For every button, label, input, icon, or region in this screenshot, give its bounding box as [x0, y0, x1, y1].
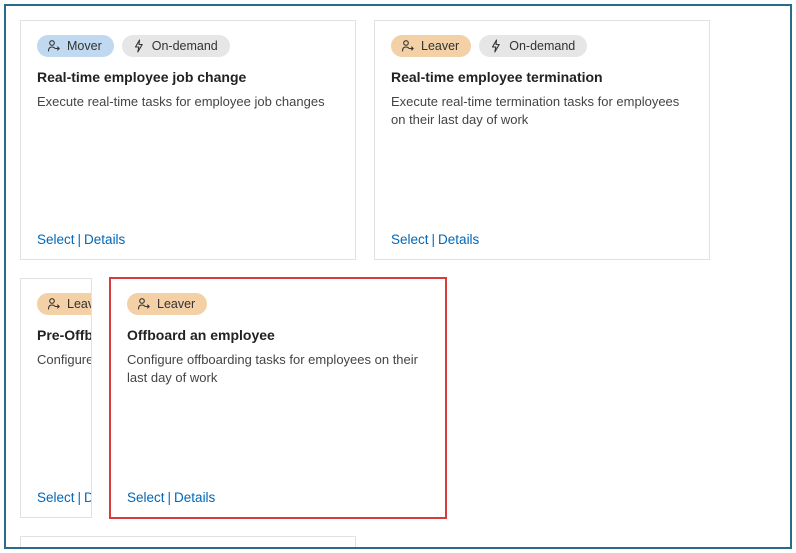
- card-grid: Mover On-demand Real-time employee job cha…: [20, 20, 790, 549]
- card-actions: Select|Details: [37, 490, 75, 505]
- person-arrow-icon: [401, 39, 415, 53]
- card-description: Execute real-time tasks for employee job…: [37, 93, 339, 111]
- details-link[interactable]: Details: [174, 490, 215, 505]
- bolt-icon: [489, 39, 503, 53]
- select-link[interactable]: Select: [127, 490, 165, 505]
- select-link[interactable]: Select: [37, 490, 75, 505]
- card-description: Execute real-time termination tasks for …: [391, 93, 693, 128]
- workflow-card: Leaver Pre-Offboarding of an employee Conf…: [20, 278, 92, 518]
- workflow-card: Leaver On-demand Real-time employee termin…: [374, 20, 710, 260]
- details-link[interactable]: Details: [84, 232, 125, 247]
- details-link[interactable]: Details: [438, 232, 479, 247]
- person-arrow-icon: [137, 297, 151, 311]
- badge-leaver: Leaver: [37, 293, 92, 315]
- badge-row: Leaver: [37, 293, 75, 315]
- badge-label: On-demand: [509, 40, 575, 53]
- person-arrow-icon: [47, 297, 61, 311]
- workflow-card: Leaver Offboard an employee Configure offb…: [110, 278, 446, 518]
- badge-label: Leaver: [421, 40, 459, 53]
- card-description: Configure pre-offboarding tasks for empl…: [37, 351, 75, 369]
- card-title: Offboard an employee: [127, 327, 429, 343]
- action-separator: |: [78, 232, 82, 247]
- template-gallery: Mover On-demand Real-time employee job cha…: [4, 4, 792, 549]
- card-title: Pre-Offboarding of an employee: [37, 327, 75, 343]
- badge-ondemand: On-demand: [122, 35, 230, 57]
- badge-row: Leaver: [127, 293, 429, 315]
- action-separator: |: [168, 490, 172, 505]
- workflow-card: Mover On-demand Real-time employee job cha…: [20, 20, 356, 260]
- card-title: Real-time employee termination: [391, 69, 693, 85]
- badge-label: Leaver: [157, 298, 195, 311]
- workflow-card: LeaverPost-Offboarding of an employeeCon…: [20, 536, 356, 549]
- select-link[interactable]: Select: [37, 232, 75, 247]
- action-separator: |: [78, 490, 82, 505]
- select-link[interactable]: Select: [391, 232, 429, 247]
- badge-label: Leaver: [67, 298, 92, 311]
- card-actions: Select|Details: [127, 490, 429, 505]
- badge-ondemand: On-demand: [479, 35, 587, 57]
- badge-leaver: Leaver: [391, 35, 471, 57]
- card-actions: Select|Details: [37, 232, 339, 247]
- badge-leaver: Leaver: [127, 293, 207, 315]
- card-title: Real-time employee job change: [37, 69, 339, 85]
- action-separator: |: [432, 232, 436, 247]
- badge-row: Leaver On-demand: [391, 35, 693, 57]
- card-description: Configure offboarding tasks for employee…: [127, 351, 429, 386]
- badge-label: Mover: [67, 40, 102, 53]
- badge-row: Mover On-demand: [37, 35, 339, 57]
- card-actions: Select|Details: [391, 232, 693, 247]
- badge-mover: Mover: [37, 35, 114, 57]
- person-arrow-icon: [47, 39, 61, 53]
- badge-label: On-demand: [152, 40, 218, 53]
- bolt-icon: [132, 39, 146, 53]
- details-link[interactable]: Details: [84, 490, 92, 505]
